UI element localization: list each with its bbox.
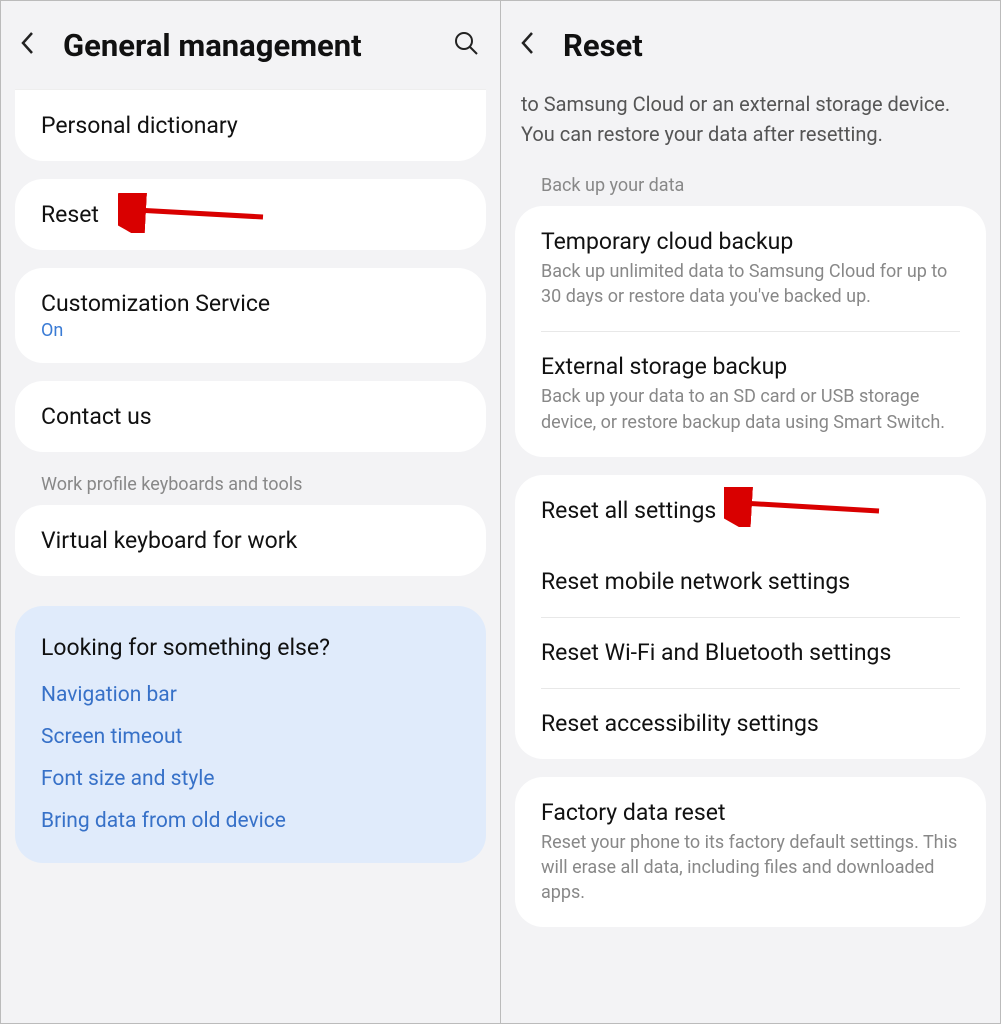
item-label: Reset — [41, 201, 460, 228]
item-label: Personal dictionary — [41, 112, 460, 139]
group-backup: Temporary cloud backup Back up unlimited… — [515, 206, 986, 457]
item-reset[interactable]: Reset — [15, 179, 486, 250]
section-label: Work profile keyboards and tools — [15, 470, 486, 505]
item-desc: Back up your data to an SD card or USB s… — [541, 384, 960, 434]
item-personal-dictionary[interactable]: Personal dictionary — [15, 90, 486, 161]
back-button[interactable] — [507, 25, 547, 65]
item-label: Reset accessibility settings — [541, 710, 960, 737]
item-label: Reset mobile network settings — [541, 568, 960, 595]
item-label: Reset all settings — [541, 497, 960, 524]
chevron-left-icon — [520, 31, 534, 59]
page-title: Reset — [563, 27, 986, 64]
suggestions-card: Looking for something else? Navigation b… — [15, 606, 486, 863]
item-label: Customization Service — [41, 290, 460, 317]
header: General management — [1, 1, 500, 89]
item-reset-accessibility[interactable]: Reset accessibility settings — [515, 688, 986, 759]
search-button[interactable] — [446, 25, 486, 65]
item-label: External storage backup — [541, 353, 960, 380]
intro-text: to Samsung Cloud or an external storage … — [501, 89, 1000, 171]
item-virtual-keyboard[interactable]: Virtual keyboard for work — [15, 505, 486, 576]
item-contact-us[interactable]: Contact us — [15, 381, 486, 452]
item-ext-storage-backup[interactable]: External storage backup Back up your dat… — [515, 331, 986, 456]
group-customization: Customization Service On — [15, 268, 486, 363]
item-label: Virtual keyboard for work — [41, 527, 460, 554]
link-font-size-style[interactable]: Font size and style — [41, 767, 460, 791]
item-desc: Reset your phone to its factory default … — [541, 830, 960, 906]
page-title: General management — [63, 27, 430, 64]
group-dictionary: Personal dictionary — [15, 89, 486, 161]
item-label: Temporary cloud backup — [541, 228, 960, 255]
header: Reset — [501, 1, 1000, 89]
group-work-keyboard: Virtual keyboard for work — [15, 505, 486, 576]
item-label: Reset Wi-Fi and Bluetooth settings — [541, 639, 960, 666]
item-label: Contact us — [41, 403, 460, 430]
general-management-panel: General management Personal dictionary R… — [1, 1, 500, 1023]
group-contact: Contact us — [15, 381, 486, 452]
group-resets: Reset all settings Reset mobile network … — [515, 475, 986, 759]
item-label: Factory data reset — [541, 799, 960, 826]
link-bring-data[interactable]: Bring data from old device — [41, 809, 460, 833]
link-navigation-bar[interactable]: Navigation bar — [41, 683, 460, 707]
reset-panel: Reset to Samsung Cloud or an external st… — [500, 1, 1000, 1023]
link-screen-timeout[interactable]: Screen timeout — [41, 725, 460, 749]
suggestions-title: Looking for something else? — [41, 634, 460, 661]
item-reset-all-settings[interactable]: Reset all settings — [515, 475, 986, 546]
back-button[interactable] — [7, 25, 47, 65]
item-temp-cloud-backup[interactable]: Temporary cloud backup Back up unlimited… — [515, 206, 986, 331]
item-customization-service[interactable]: Customization Service On — [15, 268, 486, 363]
chevron-left-icon — [20, 31, 34, 59]
item-desc: Back up unlimited data to Samsung Cloud … — [541, 259, 960, 309]
section-label-backup: Back up your data — [515, 171, 986, 206]
item-value: On — [41, 320, 460, 341]
group-factory-reset: Factory data reset Reset your phone to i… — [515, 777, 986, 928]
item-factory-data-reset[interactable]: Factory data reset Reset your phone to i… — [515, 777, 986, 928]
item-reset-wifi-bluetooth[interactable]: Reset Wi-Fi and Bluetooth settings — [515, 617, 986, 688]
item-reset-mobile-network[interactable]: Reset mobile network settings — [515, 546, 986, 617]
group-reset: Reset — [15, 179, 486, 250]
search-icon — [453, 30, 479, 60]
